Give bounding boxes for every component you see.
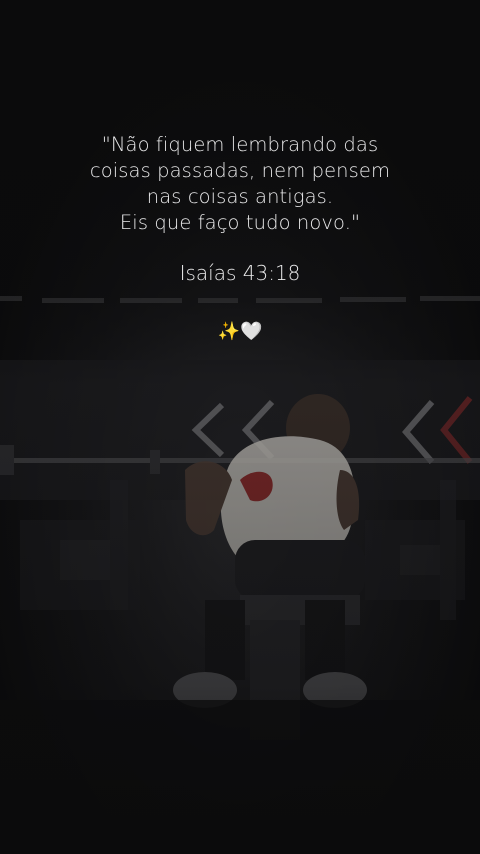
quote-line: "Não fiquem lembrando das: [101, 133, 379, 156]
gym-scene-illustration: [0, 0, 480, 854]
dark-overlay: [0, 0, 480, 854]
white-heart-icon: 🤍: [240, 321, 263, 342]
quote-line: Eis que faço tudo novo.": [119, 211, 361, 234]
emoji-row: ✨🤍: [0, 320, 480, 344]
quote-line: nas coisas antigas.: [146, 185, 334, 208]
quote-caption: "Não fiquem lembrando das coisas passada…: [0, 132, 480, 286]
sparkles-icon: ✨: [217, 321, 240, 342]
gym-background-photo: [0, 0, 480, 854]
quote-line: coisas passadas, nem pensem: [89, 159, 391, 182]
bible-reference: Isaías 43:18: [179, 261, 301, 285]
